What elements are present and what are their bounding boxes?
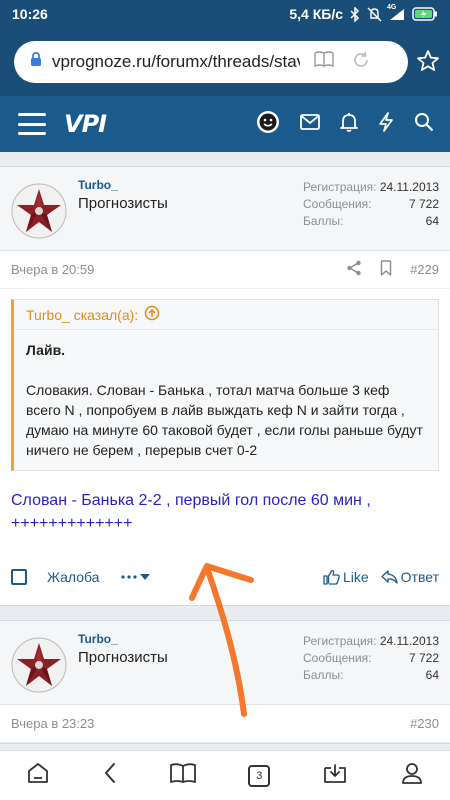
search-icon[interactable] (414, 112, 434, 137)
user-title: Прогнозисты (78, 649, 168, 666)
post-quote: Turbo_ сказал(а): Лайв. Словакия. Слован… (11, 299, 439, 471)
reply-icon (381, 570, 398, 584)
like-label: Like (342, 569, 369, 585)
reader-mode-icon[interactable] (314, 51, 334, 73)
stat-value: 7 722 (408, 197, 439, 211)
profile-icon[interactable] (400, 761, 424, 790)
mail-icon[interactable] (300, 113, 320, 135)
reload-icon[interactable] (352, 51, 370, 74)
post-actions: Жалоба Like Ответ (0, 549, 450, 605)
post-date[interactable]: Вчера в 23:23 (11, 716, 94, 731)
forum-post: Turbo_ Прогнозисты Регистрация: 24.11.201… (0, 166, 450, 606)
stat-value: 64 (425, 668, 439, 682)
stat-label: Баллы: (303, 214, 344, 228)
bookmark-star-icon[interactable] (416, 49, 440, 78)
download-icon[interactable] (323, 761, 347, 790)
browser-bottom-nav: 3 (0, 750, 450, 800)
stat-label: Баллы: (303, 668, 344, 682)
stat-label: Сообщения: (303, 197, 372, 211)
share-icon[interactable] (346, 260, 362, 279)
bell-icon[interactable] (340, 112, 358, 137)
user-stats: Регистрация: 24.11.2013 Сообщения: 7 722 Б… (303, 180, 439, 231)
address-bar[interactable]: vprognoze.ru/forumx/threads/stav (14, 41, 408, 83)
stat-value: 64 (425, 214, 439, 228)
stat-value: 7 722 (408, 651, 439, 665)
post-number[interactable]: #229 (410, 262, 439, 277)
post-message: Слован - Банька 2-2 , первый гол после 6… (11, 492, 371, 532)
reply-button[interactable]: Ответ (381, 569, 439, 585)
more-options-button[interactable] (121, 574, 151, 580)
url-text[interactable]: vprognoze.ru/forumx/threads/stav (52, 52, 300, 72)
site-header: VPI (0, 96, 450, 152)
stat-value: 24.11.2013 (379, 634, 439, 648)
avatar[interactable] (11, 183, 67, 239)
quote-header[interactable]: Turbo_ сказал(а): (14, 300, 438, 330)
chevron-down-icon (140, 574, 151, 580)
bookmark-icon[interactable] (380, 260, 392, 279)
network-type: 4G (387, 3, 397, 11)
stat-label: Сообщения: (303, 651, 372, 665)
select-post-checkbox[interactable] (11, 569, 27, 585)
book-icon[interactable] (169, 762, 196, 789)
home-icon[interactable] (26, 761, 50, 790)
status-bar: 10:26 5,4 КБ/с 4G (0, 0, 450, 28)
lightning-icon[interactable] (378, 111, 394, 137)
site-logo[interactable]: VPI (64, 110, 108, 138)
stat-label: Регистрация: (303, 180, 377, 194)
user-stats: Регистрация: 24.11.2013 Сообщения: 7 722 Б… (303, 634, 439, 685)
smiley-icon[interactable] (256, 110, 280, 139)
tabs-button[interactable]: 3 (248, 764, 271, 787)
browser-toolbar: vprognoze.ru/forumx/threads/stav (0, 28, 450, 96)
mute-icon (367, 7, 382, 22)
thread-content: Turbo_ Прогнозисты Регистрация: 24.11.201… (0, 152, 450, 750)
status-time: 10:26 (12, 6, 48, 22)
bluetooth-icon (350, 6, 360, 22)
post-number[interactable]: #230 (410, 716, 439, 731)
menu-icon[interactable] (18, 113, 46, 135)
post-meta: Вчера в 20:59 #229 (0, 251, 450, 289)
back-icon[interactable] (103, 762, 117, 789)
quote-author[interactable]: Turbo_ сказал(а): (26, 307, 138, 323)
battery-icon (412, 7, 438, 21)
post-author-block: Turbo_ Прогнозисты Регистрация: 24.11.201… (0, 167, 450, 251)
post-meta: Вчера в 23:23 #230 (0, 705, 450, 743)
like-button[interactable]: Like (323, 569, 369, 585)
avatar[interactable] (11, 637, 67, 693)
stat-label: Регистрация: (303, 634, 377, 648)
network-speed: 5,4 КБ/с (289, 6, 343, 22)
signal-icon: 4G (387, 4, 405, 21)
reply-label: Ответ (400, 569, 439, 585)
forum-post: Turbo_ Прогнозисты Регистрация: 24.11.201… (0, 620, 450, 744)
quote-text: Словакия. Слован - Банька , тотал матча … (26, 382, 423, 458)
stat-value: 24.11.2013 (379, 180, 439, 194)
quote-title: Лайв. (26, 342, 66, 358)
username-link[interactable]: Turbo_ (78, 632, 118, 646)
user-title: Прогнозисты (78, 195, 168, 212)
username-link[interactable]: Turbo_ (78, 178, 118, 192)
report-button[interactable]: Жалоба (47, 569, 99, 585)
post-date[interactable]: Вчера в 20:59 (11, 262, 94, 277)
go-to-quote-icon[interactable] (144, 305, 160, 324)
thumbs-up-icon (323, 569, 340, 585)
lock-icon (30, 52, 42, 72)
post-author-block: Turbo_ Прогнозисты Регистрация: 24.11.201… (0, 621, 450, 705)
